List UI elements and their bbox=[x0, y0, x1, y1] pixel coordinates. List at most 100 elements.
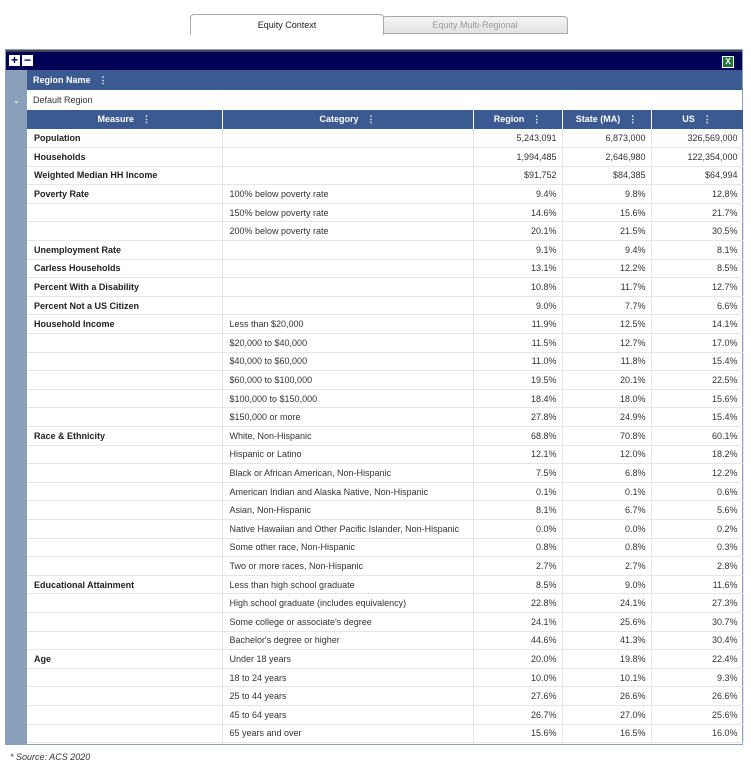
region-value: 68.8% bbox=[473, 426, 563, 446]
table-row[interactable]: Race & Ethnicity White, Non-Hispanic 68.8%… bbox=[27, 426, 744, 446]
table-row[interactable]: $60,000 to $100,000 19.5% 20.1% 22.5% bbox=[27, 370, 744, 390]
us-value: 15.6% bbox=[651, 389, 744, 409]
table-row[interactable]: 150% below poverty rate 14.6% 15.6% 21.7% bbox=[27, 203, 744, 223]
table-row[interactable]: 18 to 24 years 10.0% 10.1% 9.3% bbox=[27, 668, 744, 688]
category-cell: $100,000 to $150,000 bbox=[222, 389, 474, 409]
group-row[interactable]: Default Region bbox=[27, 91, 742, 110]
table-row[interactable]: Percent With a Disability 10.8% 11.7% 12.7% bbox=[27, 277, 744, 297]
table-row[interactable]: Households 1,994,485 2,646,980 122,354,000 bbox=[27, 147, 744, 167]
measure-cell bbox=[27, 705, 223, 725]
state-value: 6.7% bbox=[562, 500, 652, 520]
measure-cell bbox=[27, 593, 223, 613]
tab-bar: Equity Multi-Regional Equity Context bbox=[190, 14, 574, 35]
measure-cell bbox=[27, 352, 223, 372]
column-header[interactable]: State (MA) ⋮ bbox=[562, 110, 652, 129]
table-row[interactable]: Age Under 18 years 20.0% 19.8% 22.4% bbox=[27, 649, 744, 669]
region-value: 10.0% bbox=[473, 668, 563, 688]
table-row[interactable]: $40,000 to $60,000 11.0% 11.8% 15.4% bbox=[27, 352, 744, 372]
region-value: 20.0% bbox=[473, 649, 563, 669]
column-menu-icon[interactable]: ⋮ bbox=[628, 114, 637, 125]
column-header-label: Category bbox=[319, 114, 359, 124]
us-value: 122,354,000 bbox=[651, 147, 744, 167]
column-menu-icon[interactable]: ⋮ bbox=[703, 114, 712, 125]
table-row[interactable]: 25 to 44 years 27.6% 26.6% 26.6% bbox=[27, 686, 744, 706]
column-header[interactable]: Category ⋮ bbox=[222, 110, 474, 129]
column-menu-icon[interactable]: ⋮ bbox=[532, 114, 541, 125]
column-menu-icon[interactable]: ⋮ bbox=[367, 114, 376, 125]
measure-cell: Carless Households bbox=[27, 259, 223, 279]
table-row[interactable]: Percent Not a US Citizen 9.0% 7.7% 6.6% bbox=[27, 296, 744, 316]
table-row[interactable]: $20,000 to $40,000 11.5% 12.7% 17.0% bbox=[27, 333, 744, 353]
state-value: 12.7% bbox=[562, 333, 652, 353]
table-row[interactable]: $150,000 or more 27.8% 24.9% 15.4% bbox=[27, 407, 744, 427]
chevron-down-icon[interactable]: ⌄ bbox=[6, 91, 27, 110]
collapse-all-icon[interactable]: − bbox=[22, 54, 33, 66]
state-value: 0.0% bbox=[562, 519, 652, 539]
table-row[interactable]: 45 to 64 years 26.7% 27.0% 25.6% bbox=[27, 705, 744, 725]
us-value: 15.4% bbox=[651, 352, 744, 372]
table-row[interactable]: Weighted Median HH Income $91,752 $84,385 $… bbox=[27, 166, 744, 186]
measure-cell: Educational Attainment bbox=[27, 575, 223, 595]
us-value: 14.1% bbox=[651, 314, 744, 335]
region-value: 11.9% bbox=[473, 314, 563, 335]
us-value: 12.8% bbox=[651, 184, 744, 204]
region-value: 8.5% bbox=[473, 575, 563, 595]
group-header[interactable]: Region Name ⋮ bbox=[27, 70, 742, 90]
table-row[interactable]: Bachelor's degree or higher 44.6% 41.3% 30.… bbox=[27, 631, 744, 651]
us-value: 30.7% bbox=[651, 612, 744, 632]
table-row[interactable]: Carless Households 13.1% 12.2% 8.5% bbox=[27, 259, 744, 279]
table-row[interactable]: Unemployment Rate 9.1% 9.4% 8.1% bbox=[27, 240, 744, 260]
category-cell: 45 to 64 years bbox=[222, 705, 474, 725]
table-row[interactable]: Two or more races, Non-Hispanic 2.7% 2.7% 2… bbox=[27, 556, 744, 576]
tab-equity-context[interactable]: Equity Context bbox=[190, 14, 384, 35]
table-row[interactable]: Some other race, Non-Hispanic 0.8% 0.8% 0.3… bbox=[27, 538, 744, 558]
table-row[interactable]: Poverty Rate 100% below poverty rate 9.4% 9… bbox=[27, 184, 744, 204]
measure-cell: Poverty Rate bbox=[27, 184, 223, 204]
measure-cell bbox=[27, 668, 223, 688]
table-row[interactable]: Educational Attainment Less than high sch… bbox=[27, 575, 744, 595]
column-header[interactable]: Region ⋮ bbox=[473, 110, 563, 129]
state-value: 25.6% bbox=[562, 612, 652, 632]
region-value: 19.5% bbox=[473, 370, 563, 390]
excel-export-icon[interactable]: X bbox=[722, 56, 734, 68]
us-value: 9.3% bbox=[651, 668, 744, 688]
measure-cell bbox=[27, 500, 223, 520]
table-row[interactable]: Hispanic or Latino 12.1% 12.0% 18.2% bbox=[27, 445, 744, 465]
column-header[interactable]: US ⋮ bbox=[651, 110, 744, 129]
region-value: 10.8% bbox=[473, 277, 563, 297]
table-row[interactable]: Household Income Less than $20,000 11.9% 12… bbox=[27, 314, 744, 335]
us-value: 2.8% bbox=[651, 556, 744, 576]
measure-cell bbox=[27, 389, 223, 409]
category-cell: $60,000 to $100,000 bbox=[222, 370, 474, 390]
state-value: 15.6% bbox=[562, 203, 652, 223]
table-row[interactable]: 65 years and over 15.6% 16.5% 16.0% bbox=[27, 724, 744, 744]
measure-cell bbox=[27, 612, 223, 632]
region-value: 8.1% bbox=[473, 500, 563, 520]
table-row[interactable]: Population 5,243,091 6,873,000 326,569,000 bbox=[27, 129, 744, 149]
column-menu-icon[interactable]: ⋮ bbox=[99, 70, 108, 90]
table-row[interactable]: Asian, Non-Hispanic 8.1% 6.7% 5.6% bbox=[27, 500, 744, 520]
measure-cell bbox=[27, 370, 223, 390]
table-row[interactable]: 200% below poverty rate 20.1% 21.5% 30.5% bbox=[27, 221, 744, 242]
table-row[interactable]: Black or African American, Non-Hispanic 7… bbox=[27, 463, 744, 483]
table-row[interactable]: Some college or associate's degree 24.1% 2… bbox=[27, 612, 744, 632]
table-row[interactable]: American Indian and Alaska Native, Non-H… bbox=[27, 482, 744, 502]
state-value: 24.1% bbox=[562, 593, 652, 613]
category-cell: 25 to 44 years bbox=[222, 686, 474, 706]
measure-cell bbox=[27, 686, 223, 706]
expand-all-icon[interactable]: + bbox=[9, 54, 20, 66]
column-header[interactable]: Measure ⋮ bbox=[27, 110, 223, 129]
tab-equity-multi-regional[interactable]: Equity Multi-Regional bbox=[382, 16, 568, 34]
table-row[interactable]: Native Hawaiian and Other Pacific Island… bbox=[27, 519, 744, 539]
table-row[interactable]: High school graduate (includes equivalen… bbox=[27, 593, 744, 613]
region-value: 0.1% bbox=[473, 482, 563, 502]
us-value: $64,994 bbox=[651, 166, 744, 186]
us-value: 11.6% bbox=[651, 575, 744, 595]
region-value: 26.7% bbox=[473, 705, 563, 725]
us-value: 15.4% bbox=[651, 407, 744, 427]
us-value: 30.5% bbox=[651, 221, 744, 242]
table-row[interactable]: $100,000 to $150,000 18.4% 18.0% 15.6% bbox=[27, 389, 744, 409]
region-value: 15.6% bbox=[473, 724, 563, 744]
measure-cell: Age bbox=[27, 649, 223, 669]
column-menu-icon[interactable]: ⋮ bbox=[142, 114, 151, 125]
